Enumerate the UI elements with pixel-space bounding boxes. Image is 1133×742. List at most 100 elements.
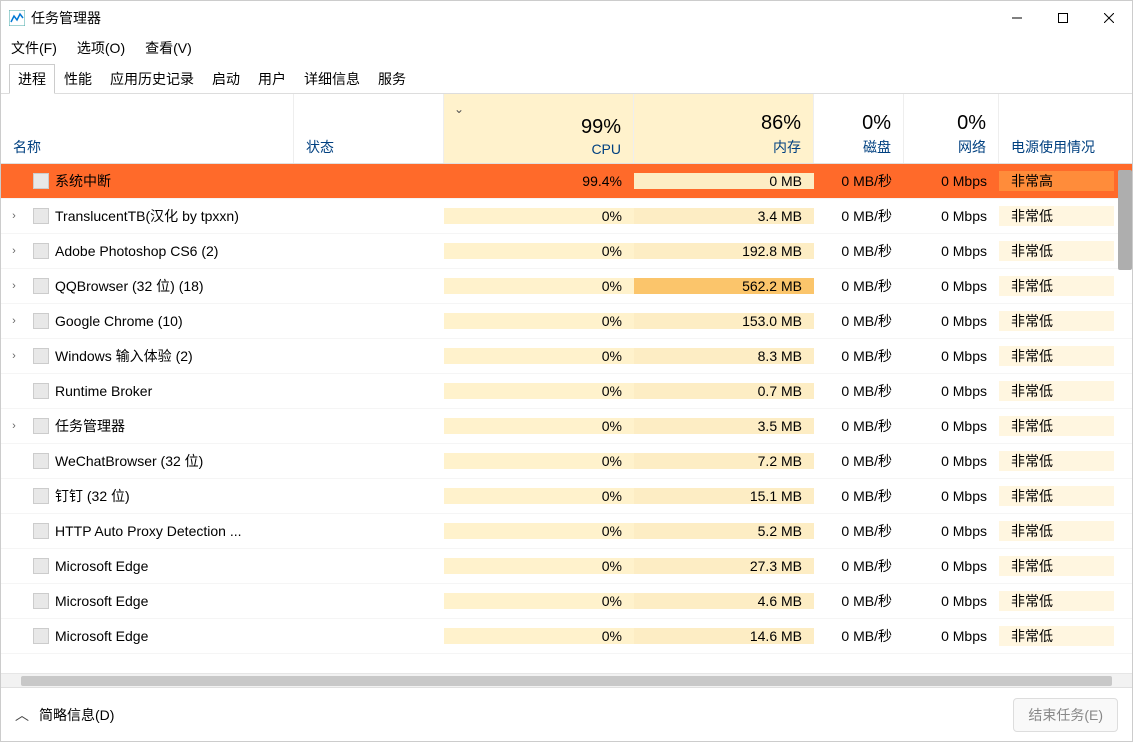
task-manager-window: 任务管理器 文件(F) 选项(O) 查看(V) 进程性能应用历史记录启动用户详细…: [0, 0, 1133, 742]
tab-3[interactable]: 启动: [203, 64, 249, 93]
process-row[interactable]: ›Adobe Photoshop CS6 (2)0%192.8 MB0 MB/秒…: [1, 234, 1132, 269]
col-header-name[interactable]: 名称: [1, 94, 294, 163]
cell-power: 非常高: [999, 171, 1114, 191]
process-row[interactable]: HTTP Auto Proxy Detection ...0%5.2 MB0 M…: [1, 514, 1132, 549]
process-name: Windows 输入体验 (2): [55, 346, 193, 366]
cell-cpu: 0%: [444, 208, 634, 224]
process-row[interactable]: ›TranslucentTB(汉化 by tpxxn)0%3.4 MB0 MB/…: [1, 199, 1132, 234]
close-button[interactable]: [1086, 1, 1132, 34]
process-icon: [33, 383, 49, 399]
tab-0[interactable]: 进程: [9, 64, 55, 94]
process-icon: [33, 173, 49, 189]
expand-icon[interactable]: ›: [1, 280, 27, 292]
cell-network: 0 Mbps: [904, 348, 999, 364]
vertical-scrollbar[interactable]: [1118, 170, 1132, 270]
process-icon: [33, 453, 49, 469]
process-icon: [33, 348, 49, 364]
cell-power: 非常低: [999, 486, 1114, 506]
tab-1[interactable]: 性能: [55, 64, 101, 93]
cell-cpu: 0%: [444, 243, 634, 259]
cell-memory: 562.2 MB: [634, 278, 814, 294]
cell-network: 0 Mbps: [904, 173, 999, 189]
process-row[interactable]: ›任务管理器0%3.5 MB0 MB/秒0 Mbps非常低: [1, 409, 1132, 444]
expand-icon[interactable]: ›: [1, 350, 27, 362]
cell-memory: 4.6 MB: [634, 593, 814, 609]
expand-icon[interactable]: ›: [1, 315, 27, 327]
col-header-memory[interactable]: 86% 内存: [634, 94, 814, 163]
menu-view[interactable]: 查看(V): [145, 38, 192, 58]
maximize-button[interactable]: [1040, 1, 1086, 34]
cell-name: ›Google Chrome (10): [1, 313, 294, 329]
cell-memory: 0 MB: [634, 173, 814, 189]
cell-disk: 0 MB/秒: [814, 311, 904, 331]
cell-memory: 192.8 MB: [634, 243, 814, 259]
tabs: 进程性能应用历史记录启动用户详细信息服务: [1, 64, 1132, 94]
process-row[interactable]: Microsoft Edge0%4.6 MB0 MB/秒0 Mbps非常低: [1, 584, 1132, 619]
chevron-up-icon: ︿: [15, 705, 29, 725]
process-row[interactable]: 钉钉 (32 位)0%15.1 MB0 MB/秒0 Mbps非常低: [1, 479, 1132, 514]
process-row[interactable]: ›QQBrowser (32 位) (18)0%562.2 MB0 MB/秒0 …: [1, 269, 1132, 304]
col-header-cpu[interactable]: ⌄ 99% CPU: [444, 94, 634, 163]
process-row[interactable]: ›Windows 输入体验 (2)0%8.3 MB0 MB/秒0 Mbps非常低: [1, 339, 1132, 374]
cell-network: 0 Mbps: [904, 523, 999, 539]
cell-name: ›Adobe Photoshop CS6 (2): [1, 243, 294, 259]
expand-icon[interactable]: ›: [1, 210, 27, 222]
cell-memory: 0.7 MB: [634, 383, 814, 399]
cell-network: 0 Mbps: [904, 418, 999, 434]
brief-info-toggle[interactable]: ︿ 简略信息(D): [15, 705, 114, 725]
process-row[interactable]: Microsoft Edge0%14.6 MB0 MB/秒0 Mbps非常低: [1, 619, 1132, 654]
menu-file[interactable]: 文件(F): [11, 38, 57, 58]
end-task-button[interactable]: 结束任务(E): [1013, 698, 1118, 732]
cell-memory: 8.3 MB: [634, 348, 814, 364]
scrollbar-thumb[interactable]: [21, 676, 1112, 686]
minimize-button[interactable]: [994, 1, 1040, 34]
footer: ︿ 简略信息(D) 结束任务(E): [1, 687, 1132, 741]
titlebar-left: 任务管理器: [9, 8, 101, 28]
process-icon: [33, 488, 49, 504]
col-header-status[interactable]: 状态: [294, 94, 444, 163]
tab-6[interactable]: 服务: [369, 64, 415, 93]
titlebar: 任务管理器: [1, 1, 1132, 34]
tab-5[interactable]: 详细信息: [295, 64, 369, 93]
cell-name: ›QQBrowser (32 位) (18): [1, 276, 294, 296]
cell-cpu: 0%: [444, 488, 634, 504]
tab-4[interactable]: 用户: [249, 64, 295, 93]
expand-icon[interactable]: ›: [1, 245, 27, 257]
cell-memory: 153.0 MB: [634, 313, 814, 329]
cell-disk: 0 MB/秒: [814, 626, 904, 646]
process-row[interactable]: WeChatBrowser (32 位)0%7.2 MB0 MB/秒0 Mbps…: [1, 444, 1132, 479]
cell-disk: 0 MB/秒: [814, 416, 904, 436]
process-row[interactable]: 系统中断99.4%0 MB0 MB/秒0 Mbps非常高: [1, 164, 1132, 199]
cell-name: Microsoft Edge: [1, 628, 294, 644]
cell-cpu: 0%: [444, 523, 634, 539]
cell-memory: 3.5 MB: [634, 418, 814, 434]
process-name: TranslucentTB(汉化 by tpxxn): [55, 206, 239, 226]
cell-disk: 0 MB/秒: [814, 521, 904, 541]
cell-cpu: 0%: [444, 558, 634, 574]
cell-disk: 0 MB/秒: [814, 556, 904, 576]
process-icon: [33, 418, 49, 434]
col-header-power[interactable]: 电源使用情况: [999, 94, 1114, 163]
process-name: 系统中断: [55, 171, 111, 191]
cell-network: 0 Mbps: [904, 488, 999, 504]
cell-cpu: 0%: [444, 453, 634, 469]
process-row[interactable]: Microsoft Edge0%27.3 MB0 MB/秒0 Mbps非常低: [1, 549, 1132, 584]
process-icon: [33, 593, 49, 609]
cell-network: 0 Mbps: [904, 558, 999, 574]
col-header-disk[interactable]: 0% 磁盘: [814, 94, 904, 163]
cell-network: 0 Mbps: [904, 278, 999, 294]
cell-cpu: 0%: [444, 383, 634, 399]
cell-cpu: 0%: [444, 593, 634, 609]
process-name: 钉钉 (32 位): [55, 486, 130, 506]
col-header-network[interactable]: 0% 网络: [904, 94, 999, 163]
cell-memory: 7.2 MB: [634, 453, 814, 469]
process-name: 任务管理器: [55, 416, 125, 436]
tab-2[interactable]: 应用历史记录: [101, 64, 203, 93]
menu-options[interactable]: 选项(O): [77, 38, 125, 58]
process-row[interactable]: ›Google Chrome (10)0%153.0 MB0 MB/秒0 Mbp…: [1, 304, 1132, 339]
cell-memory: 14.6 MB: [634, 628, 814, 644]
process-row[interactable]: Runtime Broker0%0.7 MB0 MB/秒0 Mbps非常低: [1, 374, 1132, 409]
horizontal-scrollbar[interactable]: [1, 673, 1132, 687]
window-title: 任务管理器: [31, 8, 101, 28]
expand-icon[interactable]: ›: [1, 420, 27, 432]
